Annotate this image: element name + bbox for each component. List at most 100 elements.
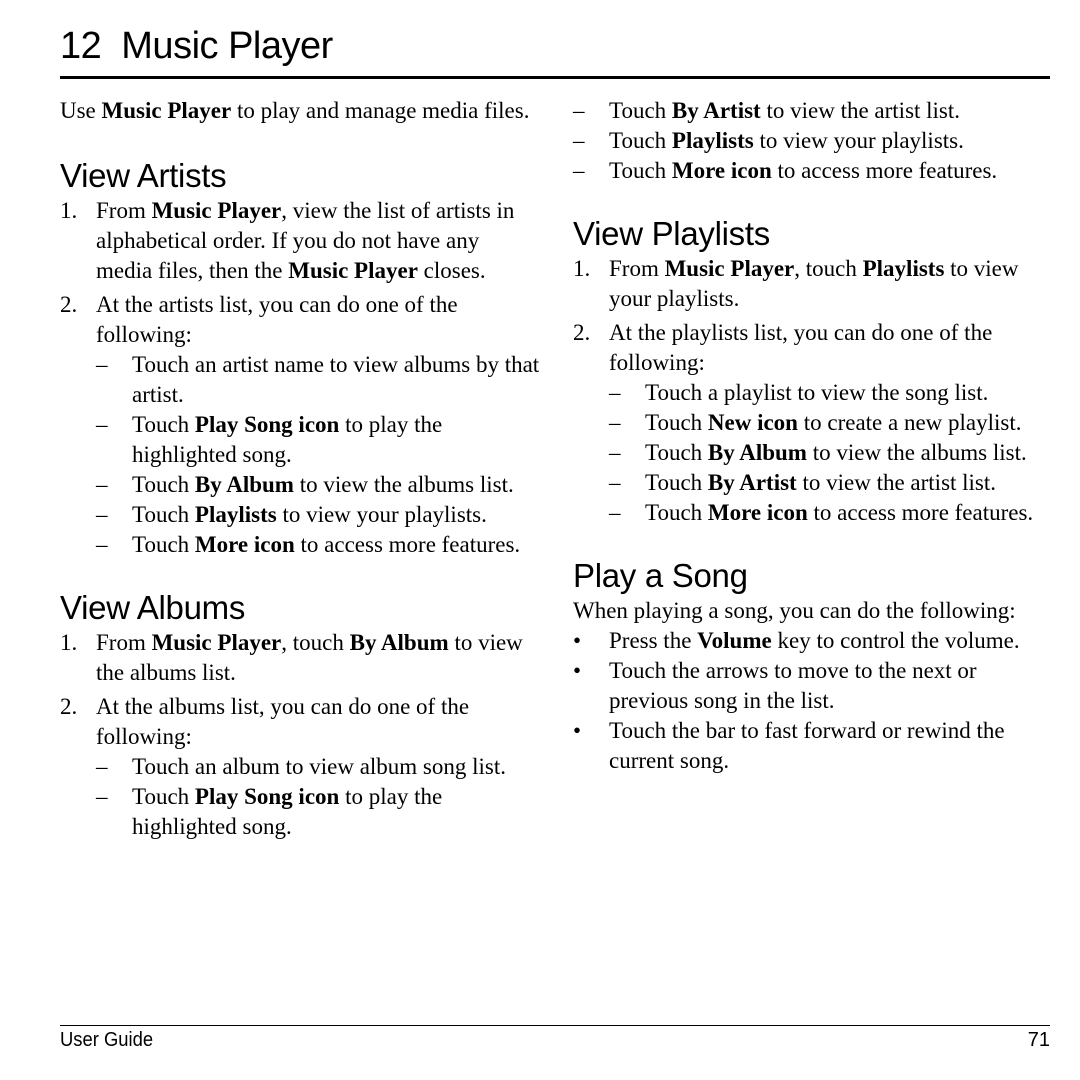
dash-marker: –: [609, 470, 621, 495]
list-item: – Touch an artist name to view albums by …: [96, 350, 540, 410]
list-item: – Touch Play Song icon to play the highli…: [96, 782, 540, 842]
footer-label: User Guide: [60, 1029, 154, 1051]
left-column: Use Music Player to play and manage medi…: [60, 96, 540, 846]
chapter-title-text: Music Player: [121, 25, 333, 67]
list-item-text: Touch More icon to access more features.: [645, 500, 1033, 525]
step-text: At the albums list, you can do one of th…: [96, 692, 540, 752]
bold-term: Music Player: [151, 630, 282, 655]
list-item-text: Touch More icon to access more features.: [609, 158, 997, 183]
text-run: Touch an artist name to view albums by t…: [132, 352, 540, 407]
step-options: – Touch an album to view album song list.…: [96, 752, 540, 842]
text-run: Touch: [132, 532, 195, 557]
bullet-text: Press the Volume key to control the volu…: [609, 628, 1020, 653]
list-item: – Touch By Artist to view the artist list…: [609, 468, 1053, 498]
list-item: – Touch an album to view album song list.: [96, 752, 540, 782]
step-number: 2.: [60, 694, 78, 719]
text-run: From: [96, 630, 152, 655]
step-item: 2. At the artists list, you can do one of…: [60, 290, 540, 560]
step-options: – Touch a playlist to view the song list.…: [609, 378, 1053, 528]
dash-marker: –: [96, 352, 108, 377]
list-item-text: Touch Play Song icon to play the highlig…: [132, 784, 442, 839]
step-number: 1.: [60, 630, 78, 655]
bold-term: By Album: [707, 440, 807, 465]
text-run: to view the albums list.: [806, 440, 1027, 465]
dash-marker: –: [96, 754, 108, 779]
step-item: 2. At the playlists list, you can do one …: [573, 318, 1053, 528]
step-number: 2.: [573, 320, 591, 345]
bold-term: Play Song icon: [194, 784, 340, 809]
bold-term: New icon: [707, 410, 798, 435]
section-heading-view-playlists: View Playlists: [573, 215, 770, 252]
step-item: 1. From Music Player, view the list of ar…: [60, 196, 540, 286]
bold-term: Play Song icon: [194, 412, 340, 437]
text-run: Touch the arrows to move to the next or …: [609, 658, 977, 713]
text-run: to create a new playlist.: [797, 410, 1022, 435]
chapter-title: 12 Music Player: [60, 22, 333, 70]
list-item: – Touch More icon to access more features…: [537, 156, 1053, 186]
text-run: Touch: [645, 470, 708, 495]
right-column: – Touch By Artist to view the artist list…: [573, 96, 1053, 776]
dash-marker: –: [609, 380, 621, 405]
text-run: Touch an album to view album song list.: [132, 754, 507, 779]
list-item-text: Touch an album to view album song list.: [132, 754, 506, 779]
text-run: Touch: [645, 440, 708, 465]
text-run: Touch: [645, 500, 708, 525]
bold-term: Music Player: [151, 198, 282, 223]
view-albums-steps: 1. From Music Player, touch By Album to v…: [60, 628, 540, 842]
list-item-text: Touch By Album to view the albums list.: [645, 440, 1027, 465]
step-item: 1. From Music Player, touch By Album to v…: [60, 628, 540, 688]
bullet-marker: •: [573, 718, 582, 743]
dash-marker: –: [609, 440, 621, 465]
text-run: , touch: [794, 256, 863, 281]
text-run: Touch: [132, 502, 195, 527]
section-heading-view-artists: View Artists: [60, 157, 227, 194]
text-run: Touch: [132, 784, 195, 809]
list-item-text: Touch By Artist to view the artist list.: [645, 470, 996, 495]
list-item-text: Touch a playlist to view the song list.: [645, 380, 988, 405]
text-run: Touch the bar to fast forward or rewind …: [609, 718, 1005, 773]
bold-term: More icon: [707, 500, 808, 525]
list-item: – Touch Playlists to view your playlists.: [537, 126, 1053, 156]
bullet-marker: •: [573, 628, 582, 653]
step-text: From Music Player, touch Playlists to vi…: [609, 254, 1053, 314]
dash-marker: –: [96, 412, 108, 437]
step-text: At the artists list, you can do one of t…: [96, 290, 540, 350]
bold-term: Music Player: [664, 256, 795, 281]
bold-term: Music Player: [101, 98, 232, 123]
step-text: From Music Player, view the list of arti…: [96, 196, 540, 286]
view-playlists-steps: 1. From Music Player, touch Playlists to …: [573, 254, 1053, 528]
text-run: Touch: [609, 98, 672, 123]
step-number: 1.: [60, 198, 78, 223]
view-artists-steps: 1. From Music Player, view the list of ar…: [60, 196, 540, 560]
dash-marker: –: [573, 158, 585, 183]
list-item-text: Touch an artist name to view albums by t…: [132, 352, 539, 407]
list-item: – Touch Play Song icon to play the highli…: [96, 410, 540, 470]
page-number: 71: [1027, 1029, 1050, 1051]
dash-marker: –: [96, 472, 108, 497]
dash-marker: –: [573, 128, 585, 153]
list-item: – Touch New icon to create a new playlist…: [609, 408, 1053, 438]
text-run: closes.: [417, 258, 486, 283]
bold-term: Playlists: [194, 502, 277, 527]
list-item-text: Touch Playlists to view your playlists.: [132, 502, 487, 527]
dash-marker: –: [96, 784, 108, 809]
view-albums-options-continued: – Touch By Artist to view the artist list…: [537, 96, 1053, 186]
bold-term: By Artist: [707, 470, 797, 495]
text-run: Touch: [645, 410, 708, 435]
bold-term: More icon: [671, 158, 772, 183]
list-item: – Touch By Album to view the albums list.: [609, 438, 1053, 468]
step-item: 1. From Music Player, touch Playlists to …: [573, 254, 1053, 314]
text-run: At the artists list, you can do one of t…: [96, 292, 458, 347]
list-item-text: Touch By Album to view the albums list.: [132, 472, 514, 497]
list-item-text: Touch New icon to create a new playlist.: [645, 410, 1022, 435]
dash-marker: –: [96, 532, 108, 557]
bullet-item: • Touch the bar to fast forward or rewind…: [573, 716, 1053, 776]
bold-term: By Artist: [671, 98, 761, 123]
section-heading-view-albums: View Albums: [60, 589, 246, 626]
bullet-item: • Touch the arrows to move to the next or…: [573, 656, 1053, 716]
dash-marker: –: [573, 98, 585, 123]
step-item: 2. At the albums list, you can do one of …: [60, 692, 540, 842]
list-item: – Touch a playlist to view the song list.: [609, 378, 1053, 408]
step-text: At the playlists list, you can do one of…: [609, 318, 1053, 378]
step-number: 1.: [573, 256, 591, 281]
